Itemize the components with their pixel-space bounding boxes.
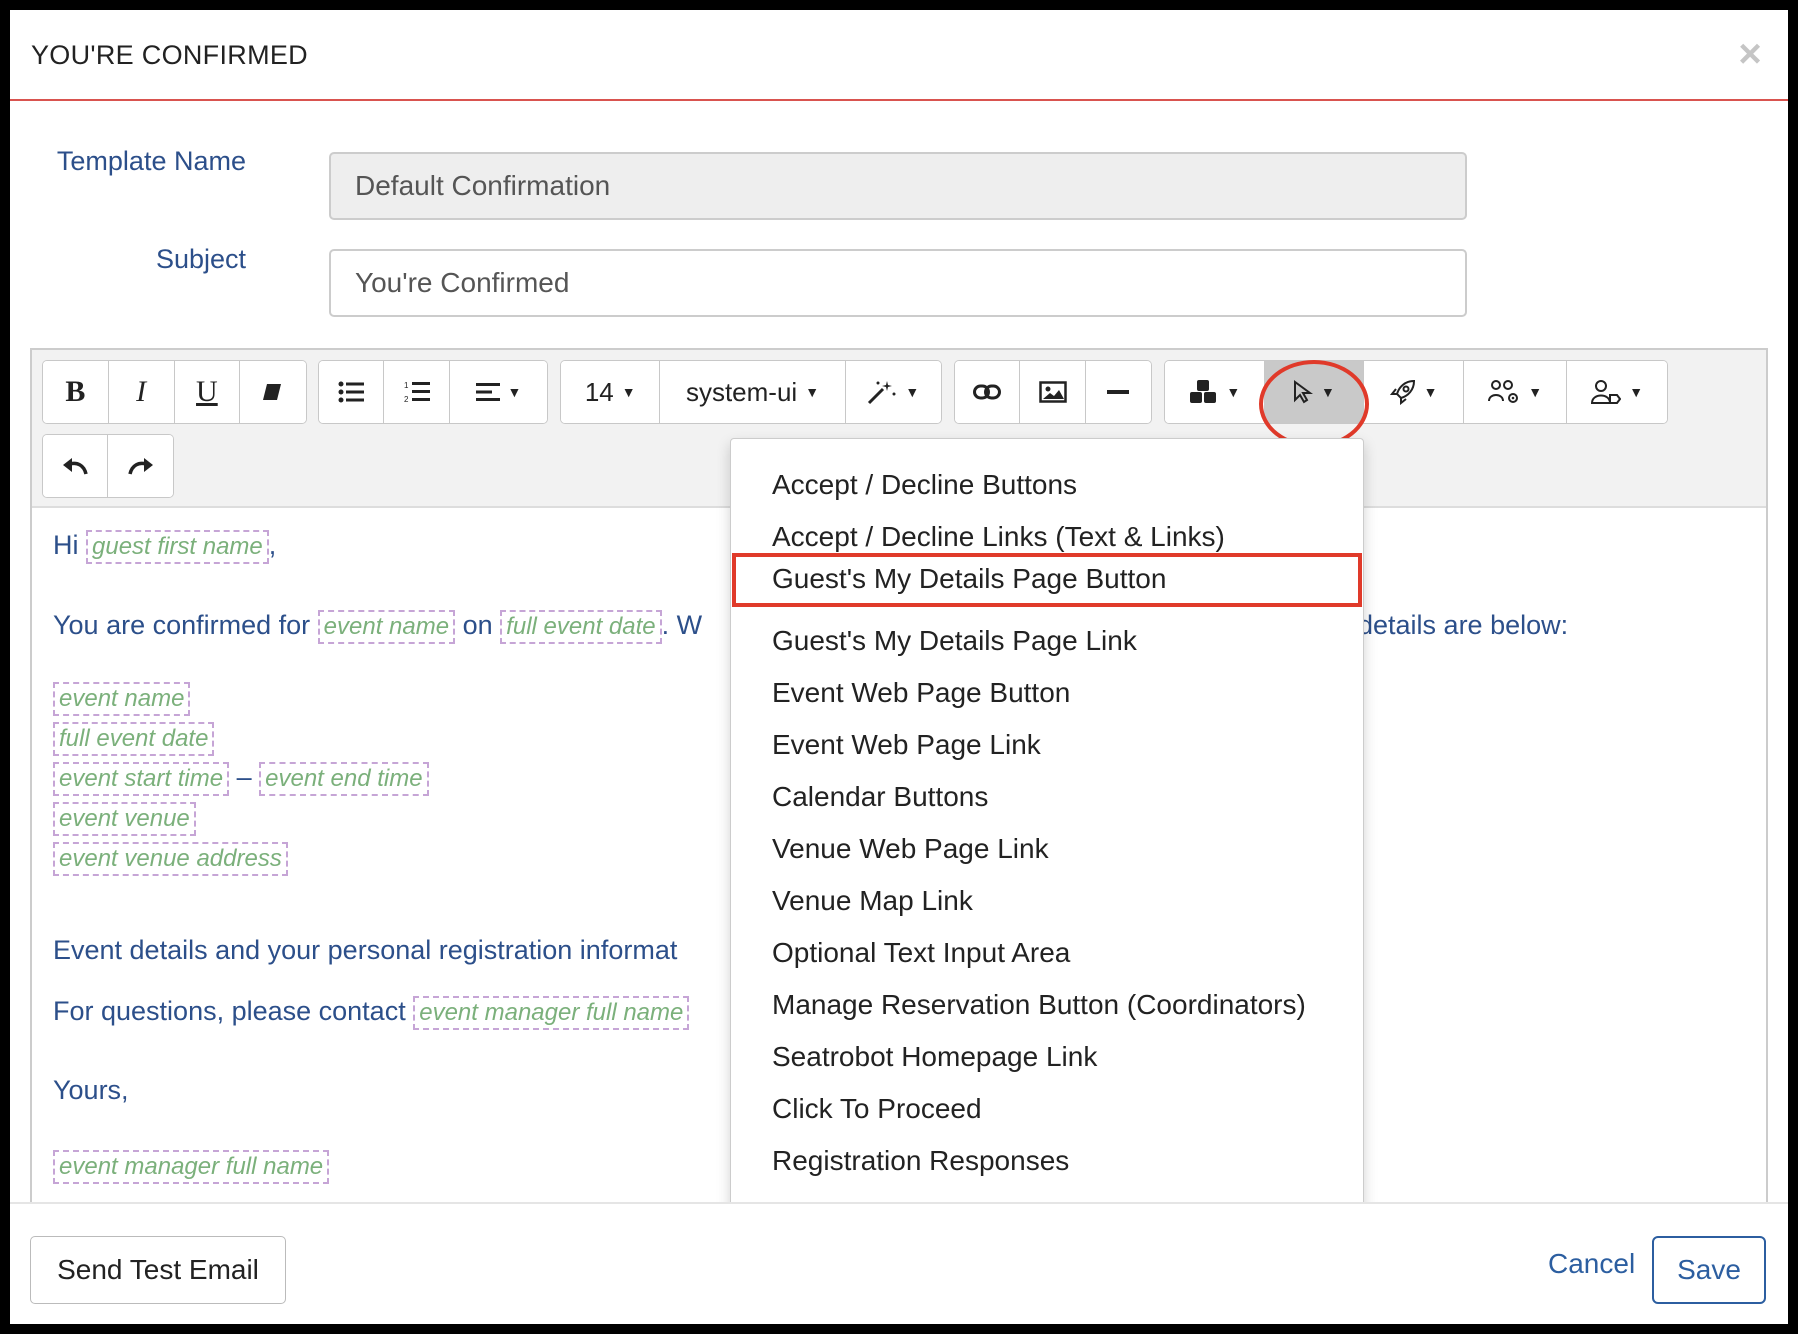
close-icon[interactable]: × [1730,34,1770,74]
menu-item-accept-decline-buttons[interactable]: Accept / Decline Buttons [731,459,1363,511]
menu-item-guest-details-button[interactable]: Guest's My Details Page Button [732,553,1362,607]
italic-icon[interactable]: I [108,361,175,423]
align-icon[interactable]: ▼ [449,361,547,423]
greeting-comma: , [268,530,277,560]
underline-icon[interactable]: U [174,361,241,423]
chevron-down-icon: ▼ [507,384,522,400]
svg-text:2: 2 [404,395,409,404]
greeting-text: Hi [53,530,79,560]
modal-title: YOU'RE CONFIRMED [31,40,308,70]
send-test-email-button[interactable]: Send Test Email [30,1236,286,1304]
merge-token[interactable]: event name [53,682,191,716]
users-gear-icon[interactable]: ▼ [1463,361,1568,423]
questions-text: For questions, please contact [53,996,406,1026]
signature-line: event manager full name [53,1150,330,1184]
yours-line: Yours, [53,1075,129,1105]
menu-item-optional-text-input[interactable]: Optional Text Input Area [731,927,1363,979]
menu-item-calendar-buttons[interactable]: Calendar Buttons [731,771,1363,823]
history-group [42,434,174,498]
save-button[interactable]: Save [1652,1236,1766,1304]
on-text: on [462,610,493,640]
merge-token[interactable]: event manager full name [53,1150,330,1184]
detail-event-name: event name [53,682,191,716]
numbered-list-icon[interactable]: 12 [384,361,450,423]
menu-item-venue-web-link[interactable]: Venue Web Page Link [731,823,1363,875]
merge-token[interactable]: event name [317,610,456,644]
user-tag-icon[interactable]: ▼ [1567,361,1667,423]
chevron-down-icon: ▼ [1528,384,1543,400]
chevron-down-icon: ▼ [1226,384,1241,400]
modal-footer: Send Test Email Cancel Save [10,1202,1788,1324]
menu-item-venue-map-link[interactable]: Venue Map Link [731,875,1363,927]
highlight-circle [1259,360,1369,448]
modal-header: YOU'RE CONFIRMED × [10,10,1788,101]
confirmed-mid-text: . W [661,610,703,640]
font-group: 14 ▼ system-ui ▼ ▼ [560,360,942,424]
chevron-down-icon: ▼ [805,384,820,400]
subject-input[interactable]: You're Confirmed [329,249,1467,317]
cancel-button[interactable]: Cancel [1548,1248,1635,1280]
bullet-list-icon[interactable] [319,361,385,423]
undo-icon[interactable] [43,435,108,497]
chevron-down-icon: ▼ [1629,384,1644,400]
menu-item-seatrobot-homepage[interactable]: Seatrobot Homepage Link [731,1031,1363,1083]
merge-token[interactable]: guest first name [86,530,269,564]
chevron-down-icon: ▼ [1423,384,1438,400]
merge-token[interactable]: event start time [53,762,230,796]
image-icon[interactable] [1020,361,1086,423]
confirmed-line: You are confirmed for event name on full… [53,610,702,644]
bold-icon[interactable]: B [43,361,109,423]
magic-wand-icon[interactable]: ▼ [845,361,941,423]
paragraph-group: 12 ▼ [318,360,548,424]
merge-token[interactable]: event end time [259,762,429,796]
menu-item-event-web-link[interactable]: Event Web Page Link [731,719,1363,771]
detail-event-venue-address: event venue address [53,842,288,876]
merge-token[interactable]: full event date [53,722,215,756]
font-family-value: system-ui [685,376,798,407]
detail-event-venue: event venue [53,802,196,836]
confirmed-text: You are confirmed for [53,610,311,640]
cubes-icon[interactable]: ▼ [1165,361,1265,423]
font-size-dropdown[interactable]: 14 ▼ [561,361,661,423]
rocket-icon[interactable]: ▼ [1364,361,1464,423]
insert-group [954,360,1152,424]
merge-token[interactable]: event venue address [53,842,288,876]
redo-icon[interactable] [108,435,173,497]
svg-text:1: 1 [404,381,409,390]
dash-text: – [236,762,252,792]
template-name-label: Template Name [56,146,246,176]
eraser-icon[interactable] [240,361,306,423]
confirmed-tail: details are below: [1358,610,1569,640]
template-name-field: Default Confirmation [329,152,1467,220]
menu-item-event-web-button[interactable]: Event Web Page Button [731,667,1363,719]
subject-label: Subject [155,244,246,274]
merge-fields-group: ▼ ▼ ▼ ▼ ▼ [1164,360,1668,424]
greeting-line: Hi guest first name, [53,530,276,564]
questions-line: For questions, please contact event mana… [53,996,690,1030]
insert-button-dropdown-menu: Accept / Decline Buttons Accept / Declin… [730,438,1364,1213]
merge-token[interactable]: full event date [500,610,662,644]
detail-event-date: full event date [53,722,215,756]
link-icon[interactable] [955,361,1021,423]
merge-token[interactable]: event venue [53,802,196,836]
email-template-modal: YOU'RE CONFIRMED × Template Name Default… [10,10,1788,1324]
chevron-down-icon: ▼ [621,384,636,400]
menu-item-manage-reservation[interactable]: Manage Reservation Button (Coordinators) [731,979,1363,1031]
menu-item-registration-responses[interactable]: Registration Responses [731,1135,1363,1187]
font-size-value: 14 [584,376,614,407]
text-style-group: B I U [42,360,307,424]
merge-token[interactable]: event manager full name [413,996,690,1030]
details-line: Event details and your personal registra… [53,935,678,965]
font-family-dropdown[interactable]: system-ui ▼ [660,361,846,423]
detail-event-time: event start time – event end time [53,762,429,796]
horizontal-rule-icon[interactable] [1085,361,1151,423]
menu-item-click-to-proceed[interactable]: Click To Proceed [731,1083,1363,1135]
menu-item-guest-details-link[interactable]: Guest's My Details Page Link [731,615,1363,667]
chevron-down-icon: ▼ [905,384,920,400]
